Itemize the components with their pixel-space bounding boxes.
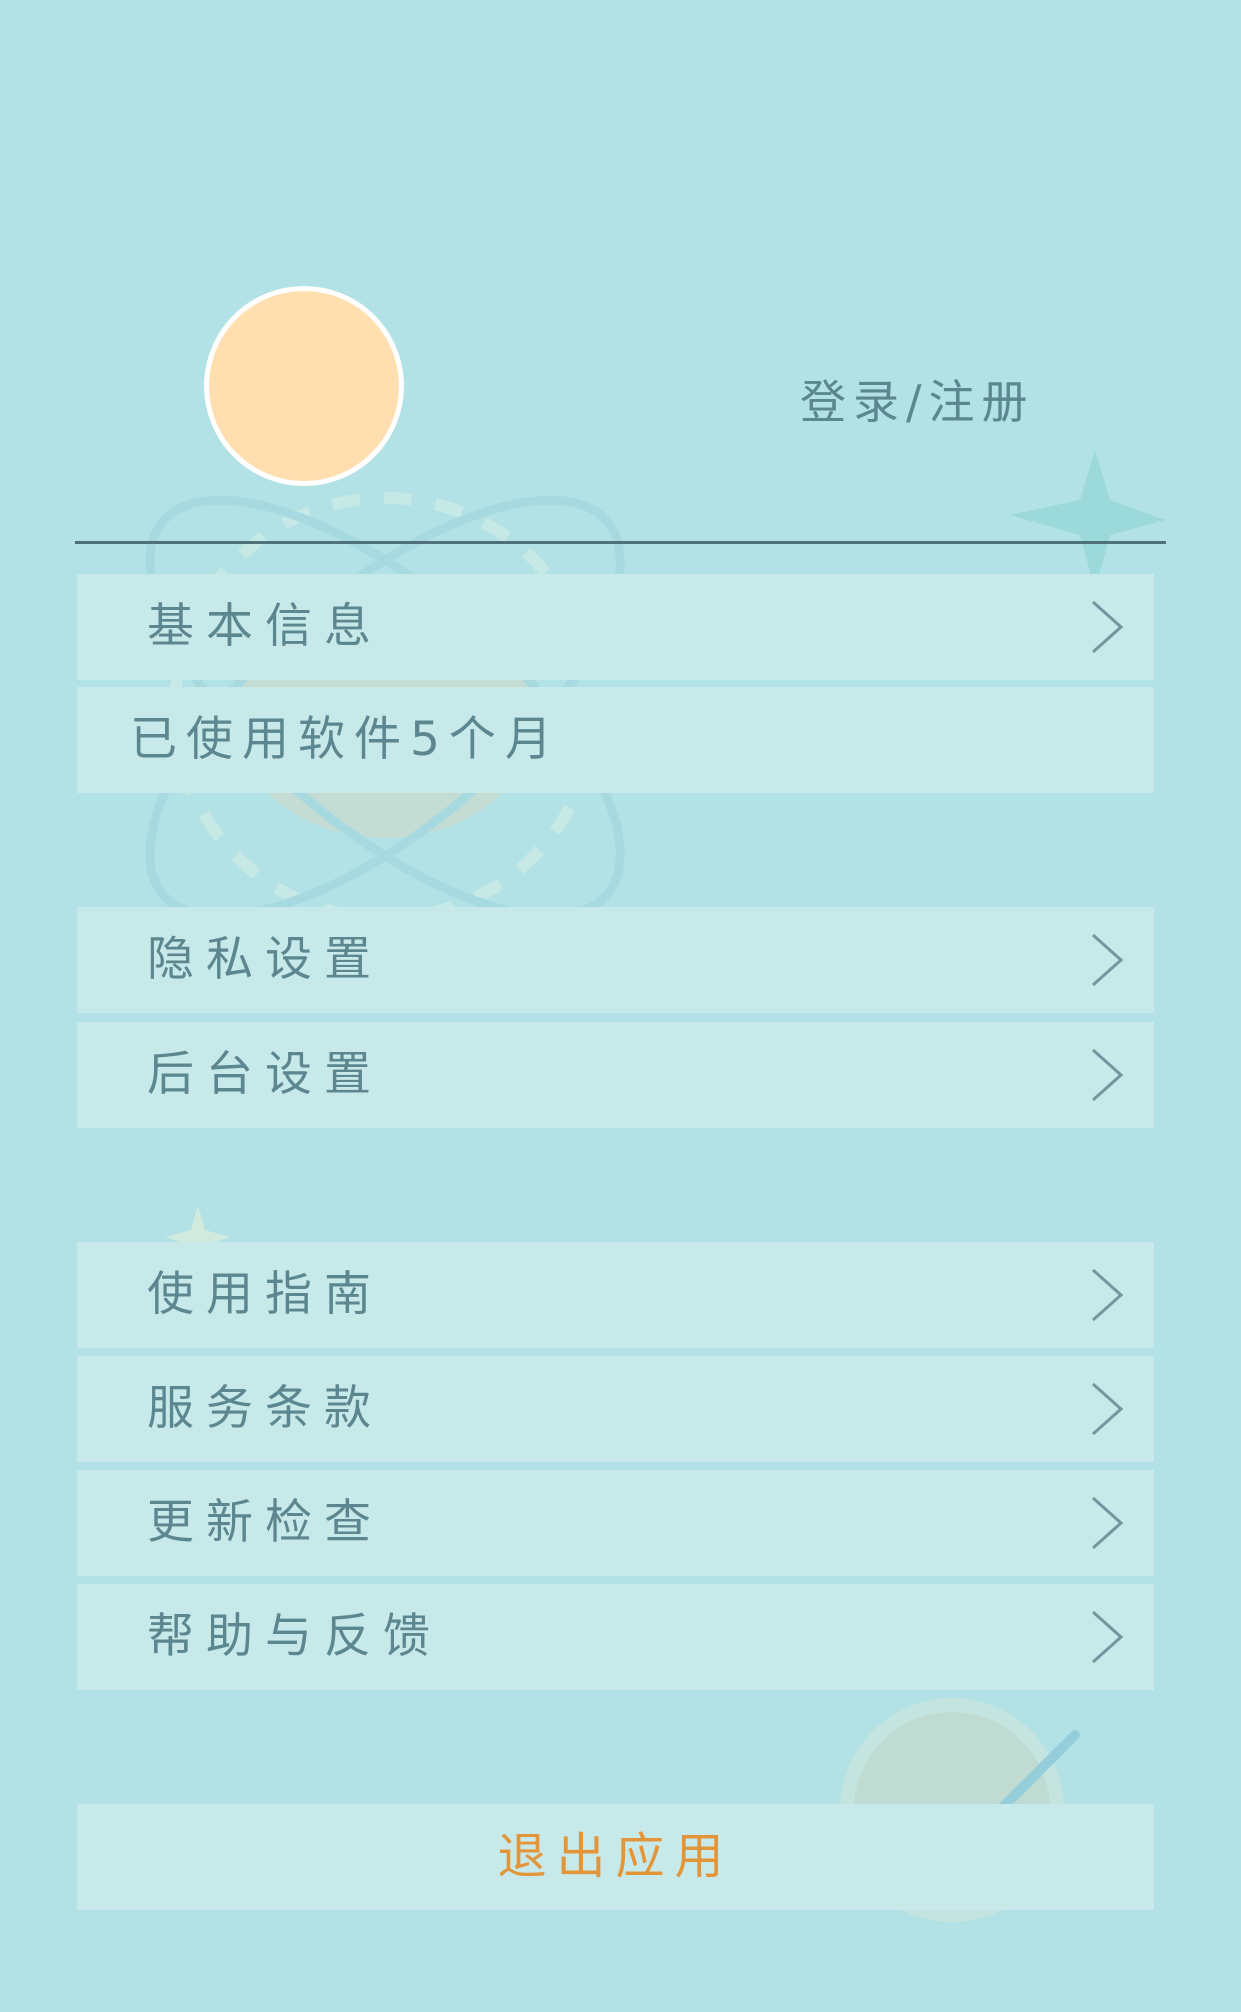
menu-item-label: 基本信息	[147, 599, 383, 654]
menu-item-label: 隐私设置	[147, 932, 383, 987]
chevron-right-icon	[1092, 1496, 1124, 1550]
usage-duration-info: 已使用软件5个月	[77, 687, 1154, 793]
star-decoration	[1010, 450, 1165, 590]
menu-item-basic-info[interactable]: 基本信息	[77, 574, 1154, 680]
chevron-right-icon	[1092, 1048, 1124, 1102]
avatar[interactable]	[204, 286, 404, 486]
menu-item-user-guide[interactable]: 使用指南	[77, 1242, 1154, 1348]
menu-item-background-settings[interactable]: 后台设置	[77, 1022, 1154, 1128]
menu-item-label: 使用指南	[147, 1267, 383, 1322]
header-divider	[75, 541, 1166, 544]
menu-item-privacy-settings[interactable]: 隐私设置	[77, 907, 1154, 1013]
menu-item-help-feedback[interactable]: 帮助与反馈	[77, 1584, 1154, 1690]
login-register-link[interactable]: 登录/注册	[800, 372, 1060, 432]
chevron-right-icon	[1092, 1610, 1124, 1664]
menu-item-label: 帮助与反馈	[147, 1609, 442, 1664]
menu-item-label: 服务条款	[147, 1381, 383, 1436]
menu-item-terms-of-service[interactable]: 服务条款	[77, 1356, 1154, 1462]
usage-duration-label: 已使用软件5个月	[130, 712, 561, 767]
menu-item-label: 更新检查	[147, 1495, 383, 1550]
menu-item-check-update[interactable]: 更新检查	[77, 1470, 1154, 1576]
chevron-right-icon	[1092, 933, 1124, 987]
chevron-right-icon	[1092, 1268, 1124, 1322]
chevron-right-icon	[1092, 1382, 1124, 1436]
chevron-right-icon	[1092, 600, 1124, 654]
exit-app-button[interactable]: 退出应用	[77, 1804, 1154, 1910]
menu-item-label: 后台设置	[147, 1047, 383, 1102]
